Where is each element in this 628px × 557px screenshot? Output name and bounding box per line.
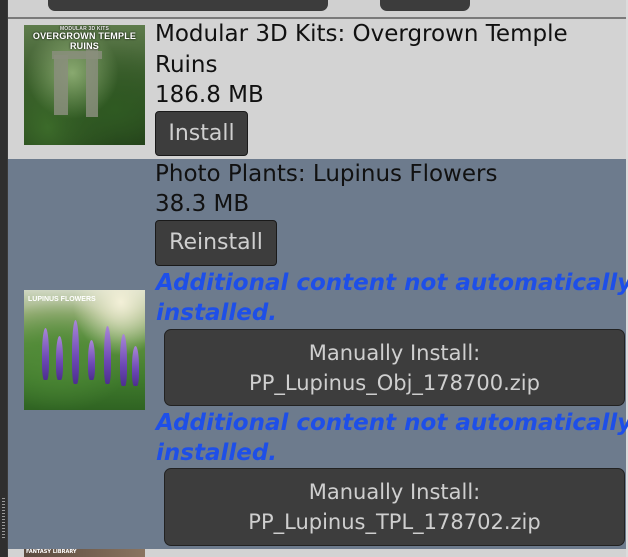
product-size: 186.8 MB [155,82,264,108]
thumbnail-caption: LUPINUS FLOWERS [28,296,96,303]
list-item-fantasy-library: FANTASY LIBRARY [8,549,626,557]
previous-item-edge [8,0,626,17]
thumbnail-caption: OVERGROWN TEMPLE RUINS [32,31,137,51]
manual-install-filename: PP_Lupinus_Obj_178700.zip [249,370,540,395]
resize-grip[interactable] [2,498,5,538]
product-thumbnail: FANTASY LIBRARY [24,549,145,557]
additional-content-note-continued: installed. [156,440,278,466]
manual-install-label: Manually Install: [308,480,481,504]
previous-item-button[interactable] [380,0,470,11]
product-thumbnail: LUPINUS FLOWERS [24,290,145,410]
product-size: 38.3 MB [155,191,250,217]
additional-content-note: Additional content not automatically [156,270,628,296]
list-item-lupinus-flowers: LUPINUS FLOWERS Photo Plants: Lupinus Fl… [8,159,628,549]
manual-install-label: Manually Install: [308,340,481,365]
reinstall-button[interactable]: Reinstall [155,220,277,266]
product-title-continued: Ruins [155,52,218,78]
thumbnail-caption: FANTASY LIBRARY [26,549,77,555]
product-title: Photo Plants: Lupinus Flowers [155,161,498,187]
product-thumbnail: MODULAR 3D KITS OVERGROWN TEMPLE RUINS [24,25,145,145]
product-title: Modular 3D Kits: Overgrown Temple [155,21,568,47]
previous-item-button[interactable] [48,0,328,11]
manual-install-obj-button[interactable]: Manually Install: PP_Lupinus_Obj_178700.… [164,329,625,406]
additional-content-note: Additional content not automatically [156,410,628,436]
manual-install-tpl-button[interactable]: Manually Install: PP_Lupinus_TPL_178702.… [164,468,625,546]
manual-install-filename: PP_Lupinus_TPL_178702.zip [248,510,541,534]
install-button[interactable]: Install [155,111,248,156]
list-item-overgrown-temple-ruins: MODULAR 3D KITS OVERGROWN TEMPLE RUINS M… [8,19,626,159]
left-scroll-edge [0,0,7,557]
additional-content-note-continued: installed. [156,300,278,326]
